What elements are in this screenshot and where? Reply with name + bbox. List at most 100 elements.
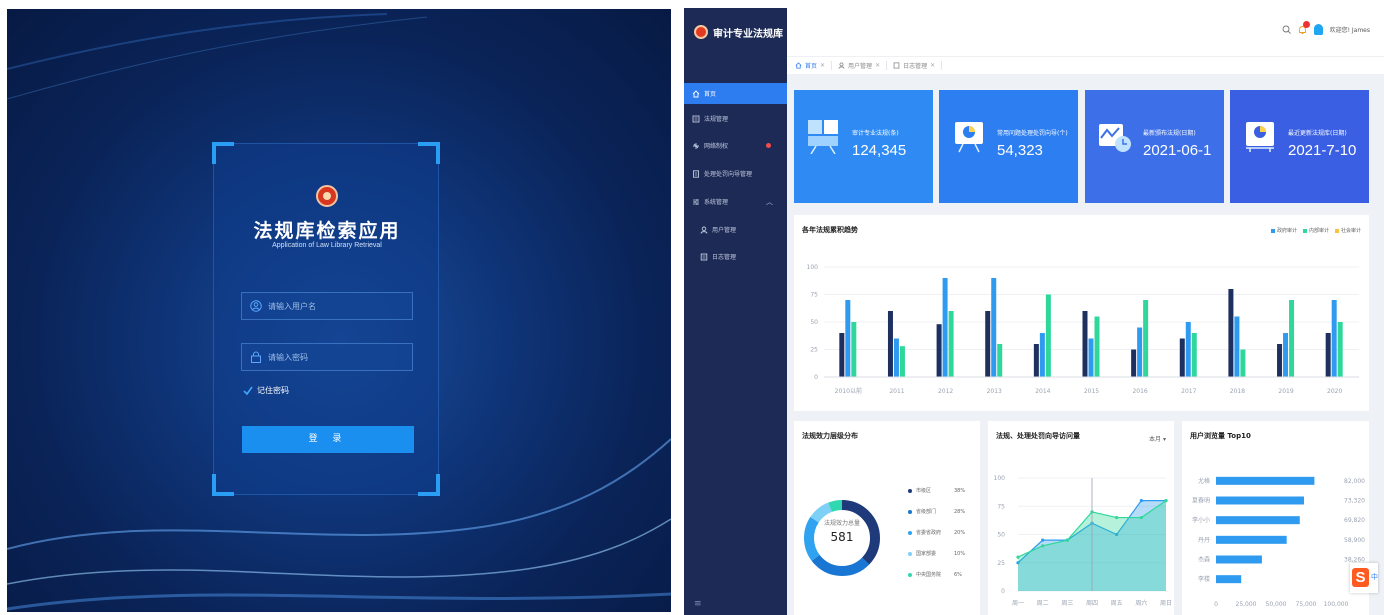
remember-password-checkbox[interactable]: 记住密码 (243, 385, 289, 396)
stat-card-latest-published[interactable]: 最新颁布法规(日期) 2021-06-1 (1085, 90, 1224, 203)
stat-card-latest-updated[interactable]: 最近更新法规库(日期) 2021-7-10 (1230, 90, 1369, 203)
stat-card-guides[interactable]: 常用问题处理处罚向导(个) 54,323 (939, 90, 1078, 203)
x-tick-label: 25,000 (1236, 601, 1257, 608)
data-label: 69,820 (1344, 517, 1365, 524)
bar[interactable] (1325, 333, 1331, 377)
bar[interactable] (1337, 322, 1343, 377)
bar[interactable] (1283, 333, 1289, 377)
log-icon (893, 62, 900, 69)
password-field[interactable] (241, 343, 413, 371)
sidebar-item-guide[interactable]: 处理处罚向导管理 (684, 163, 787, 184)
close-icon[interactable]: ✕ (930, 62, 935, 69)
bar[interactable] (1039, 333, 1045, 377)
remember-password-label: 记住密码 (257, 386, 289, 395)
bar[interactable] (1216, 535, 1287, 544)
username-input[interactable] (268, 293, 408, 319)
bar[interactable] (1082, 311, 1088, 377)
bar[interactable] (839, 333, 845, 377)
sidebar-item-user-management[interactable]: 用户管理 (684, 219, 787, 240)
data-point[interactable] (1139, 499, 1143, 503)
bar[interactable] (845, 300, 851, 377)
legend-item[interactable]: 国家部委 10% (908, 543, 965, 564)
bar[interactable] (1289, 300, 1295, 377)
top-bar: 欢迎您! James (787, 8, 1384, 56)
sidebar-item-regulations[interactable]: 法规管理 (684, 108, 787, 129)
data-point[interactable] (1065, 538, 1069, 542)
bar[interactable] (985, 311, 991, 377)
bar[interactable] (991, 278, 997, 377)
bar[interactable] (851, 322, 857, 377)
home-icon (795, 62, 802, 69)
bar[interactable] (1185, 322, 1191, 377)
sidebar-item-home[interactable]: 首页 (684, 83, 787, 104)
x-tick-label: 2011 (889, 388, 904, 395)
x-tick-label: 75,000 (1296, 601, 1317, 608)
sidebar-item-log-management[interactable]: 日志管理 (684, 246, 787, 267)
legend-item[interactable]: 中央国务院 6% (908, 564, 965, 585)
login-card: 法规库检索应用 Application of Law Library Retri… (212, 142, 440, 496)
close-icon[interactable]: ✕ (875, 62, 880, 69)
data-point[interactable] (1016, 555, 1020, 559)
x-tick-label: 周六 (1135, 599, 1147, 607)
bar[interactable] (1033, 344, 1039, 377)
password-input[interactable] (268, 344, 408, 370)
bar[interactable] (1216, 516, 1300, 525)
bar[interactable] (1331, 300, 1337, 377)
sidebar-item-label: 网络制权 (704, 143, 729, 150)
tab-home[interactable]: 首页 ✕ (795, 61, 833, 70)
bar[interactable] (936, 324, 942, 377)
sidebar-item-system[interactable]: 系统管理 ︿ (684, 191, 787, 212)
avatar[interactable] (1313, 24, 1323, 35)
bar[interactable] (1228, 289, 1234, 377)
visits-panel: 法规、处理处罚向导访问量 本月 ▾ 0 25 50 75 100 周一 周二 周三 周四 周五 周六… (988, 421, 1174, 615)
bell-icon[interactable] (1298, 20, 1310, 35)
legend-item[interactable]: 省委省政府 20% (908, 522, 965, 543)
corner-decoration (212, 474, 234, 496)
login-button[interactable]: 登 录 (242, 426, 414, 453)
data-point[interactable] (1041, 538, 1045, 542)
username-field[interactable] (241, 292, 413, 320)
user-icon (838, 62, 845, 69)
bar[interactable] (1216, 476, 1315, 485)
tab-user-management[interactable]: 用户管理 ✕ (838, 61, 888, 70)
tab-log-management[interactable]: 日志管理 ✕ (893, 61, 943, 70)
bar[interactable] (1234, 316, 1240, 378)
sidebar-item-network[interactable]: 网络制权 (684, 135, 787, 156)
bar[interactable] (942, 278, 948, 377)
bar[interactable] (893, 338, 899, 378)
menu-icon[interactable]: ≡ (694, 599, 702, 609)
bar[interactable] (948, 311, 954, 377)
bar[interactable] (1045, 294, 1051, 378)
bar[interactable] (1216, 555, 1262, 564)
y-tick-label: 75 (997, 503, 1005, 510)
bar[interactable] (1216, 575, 1242, 584)
legend-dot (908, 509, 912, 514)
y-tick-label: 尤格 (1198, 477, 1210, 485)
bar[interactable] (1191, 333, 1197, 377)
close-icon[interactable]: ✕ (820, 62, 825, 69)
legend-item[interactable]: 省级部门 28% (908, 501, 965, 522)
data-point[interactable] (1041, 544, 1045, 548)
bar[interactable] (899, 346, 905, 377)
bar[interactable] (1088, 338, 1094, 378)
bar[interactable] (1131, 349, 1137, 378)
bar[interactable] (1137, 327, 1143, 378)
ime-toolbar[interactable]: S 中 (1350, 563, 1378, 593)
bar[interactable] (1277, 344, 1283, 377)
bar[interactable] (997, 344, 1003, 377)
data-point[interactable] (1115, 515, 1119, 520)
bar[interactable] (887, 311, 893, 377)
bar[interactable] (1094, 316, 1100, 378)
bar[interactable] (1143, 300, 1149, 377)
legend-percent: 38% (954, 487, 966, 494)
corner-decoration (418, 142, 440, 164)
data-point[interactable] (1139, 515, 1143, 520)
bar[interactable] (1216, 496, 1304, 505)
bar[interactable] (1179, 338, 1185, 378)
stat-card-regulations[interactable]: 审计专业法规(条) 124,345 (794, 90, 933, 203)
search-icon[interactable] (1282, 25, 1291, 34)
data-point[interactable] (1164, 499, 1168, 503)
bar[interactable] (1240, 349, 1246, 378)
header-actions: 欢迎您! James (1282, 20, 1370, 35)
legend-item[interactable]: 市级区 38% (908, 480, 965, 501)
